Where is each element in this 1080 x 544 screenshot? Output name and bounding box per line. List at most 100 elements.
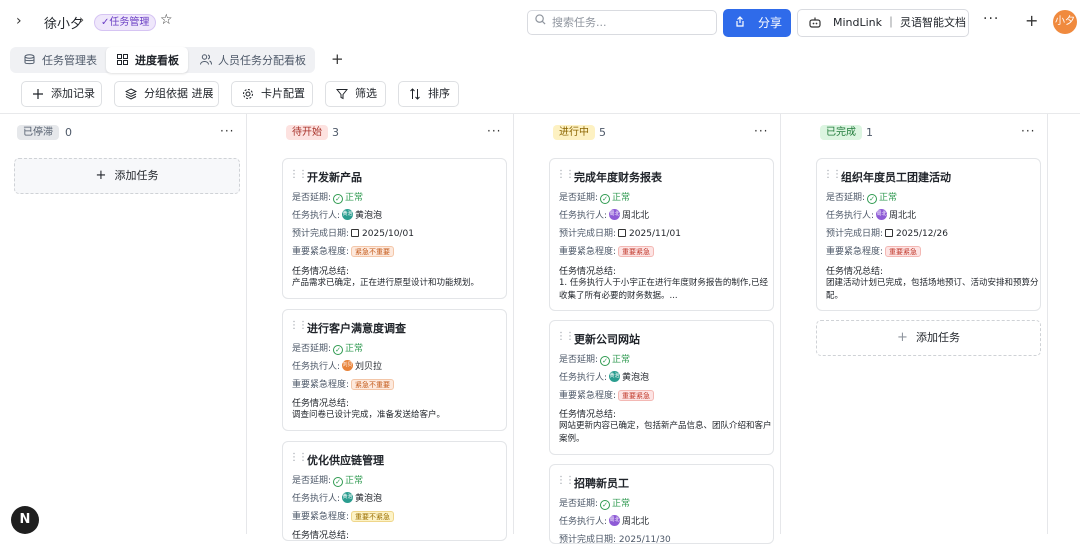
more-options-icon[interactable]: ··· (983, 11, 999, 27)
doc-tag[interactable]: ✓任务管理 (94, 14, 157, 31)
column-count: 5 (599, 126, 606, 139)
executor-label: 任务执行人: (559, 211, 608, 221)
check-circle-icon: ✓ (333, 194, 344, 204)
gear-icon (243, 89, 253, 99)
mindlink-button[interactable]: MindLink ｜ 灵语智能文档 (797, 9, 969, 37)
delay-value: 正常 (345, 193, 364, 203)
due-value: 2025/12/26 (896, 229, 948, 239)
executor-value: 黄泡泡 (355, 211, 383, 221)
tab-progress-board[interactable]: 进度看板 (135, 52, 179, 68)
kanban-icon (117, 54, 128, 65)
user-avatar[interactable]: 小夕 (1053, 10, 1077, 34)
due-value: 2025/11/01 (629, 229, 681, 239)
add-task-button[interactable]: + 添加任务 (816, 320, 1041, 356)
delay-value: 正常 (612, 499, 631, 509)
filter-button[interactable]: 筛选 (325, 81, 386, 107)
add-record-button[interactable]: 添加记录 (21, 81, 102, 107)
executor-value: 黄泡泡 (355, 494, 383, 504)
executor-label: 任务执行人: (826, 211, 875, 221)
card-title: 开发新产品 (307, 171, 362, 184)
share-icon (736, 16, 744, 27)
column-count: 1 (866, 126, 873, 139)
sort-button[interactable]: 排序 (398, 81, 459, 107)
executor-value: 周北北 (889, 211, 917, 221)
summary-text: 网站更新内容已确定，包括新产品信息、团队介绍和客户案例。 (559, 421, 772, 444)
drag-handle-icon[interactable]: ⋮⋮ (823, 169, 842, 180)
column-more-icon[interactable]: ··· (754, 124, 768, 138)
priority-badge: 紧急不重要 (351, 379, 395, 390)
group-by-button[interactable]: 分组依据 进展 (114, 81, 219, 107)
add-view-icon[interactable]: + (331, 50, 344, 68)
delay-label: 是否延期: (292, 476, 332, 486)
priority-row: 重要紧急程度: 紧急不重要 (292, 377, 395, 390)
tab-people-board[interactable]: 人员任务分配看板 (218, 52, 306, 68)
due-row: 预计完成日期: 2025/11/01 (559, 226, 681, 239)
divider (0, 113, 1080, 114)
check-circle-icon: ✓ (867, 194, 878, 204)
drag-handle-icon[interactable]: ⋮⋮ (556, 331, 575, 342)
delay-label: 是否延期: (292, 344, 332, 354)
drag-handle-icon[interactable]: ⋮⋮ (289, 452, 308, 463)
task-card[interactable]: ⋮⋮ 招聘新员工 是否延期: ✓ 正常 任务执行人: 周北 周北北 预计完成日期: 20… (549, 464, 774, 544)
star-icon[interactable]: ☆ (160, 12, 173, 28)
due-row: 预计完成日期: 2025/12/26 (826, 226, 948, 239)
task-card[interactable]: ⋮⋮ 进行客户满意度调查 是否延期: ✓ 正常 任务执行人: 刘贝 刘贝拉 重要紧急程度… (282, 309, 507, 431)
summary-label: 任务情况总结: (559, 267, 617, 277)
column-divider (513, 114, 514, 534)
executor-label: 任务执行人: (292, 494, 341, 504)
task-card[interactable]: ⋮⋮ 开发新产品 是否延期: ✓ 正常 任务执行人: 黄泡 黄泡泡 预计完成日期: 202… (282, 158, 507, 299)
tab-task-table[interactable]: 任务管理表 (42, 52, 97, 68)
executor-label: 任务执行人: (292, 362, 341, 372)
priority-row: 重要紧急程度: 重要不紧急 (292, 509, 395, 522)
card-config-button[interactable]: 卡片配置 (231, 81, 313, 107)
database-icon (24, 54, 35, 65)
delay-label: 是否延期: (826, 193, 866, 203)
due-label: 预计完成日期: (559, 229, 617, 239)
due-value: 2025/10/01 (362, 229, 414, 239)
add-task-button[interactable]: + 添加任务 (14, 158, 240, 194)
priority-label: 重要紧急程度: (559, 391, 617, 401)
check-circle-icon: ✓ (333, 345, 344, 355)
task-card[interactable]: ⋮⋮ 完成年度财务报表 是否延期: ✓ 正常 任务执行人: 周北 周北北 预计完成日期:… (549, 158, 774, 311)
card-title: 更新公司网站 (574, 333, 640, 346)
avatar: 周北 (609, 515, 621, 526)
plus-icon: + (897, 330, 908, 345)
executor-value: 刘贝拉 (355, 362, 383, 372)
check-circle-icon: ✓ (333, 477, 344, 487)
drag-handle-icon[interactable]: ⋮⋮ (556, 169, 575, 180)
add-task-label: 添加任务 (915, 331, 960, 344)
priority-label: 重要紧急程度: (292, 380, 350, 390)
card-title: 优化供应链管理 (307, 454, 384, 467)
task-card[interactable]: ⋮⋮ 优化供应链管理 是否延期: ✓ 正常 任务执行人: 黄泡 黄泡泡 重要紧急程度: 重… (282, 441, 507, 541)
plus-icon: + (95, 168, 107, 183)
breadcrumb-user[interactable]: 徐小夕 (44, 13, 83, 32)
drag-handle-icon[interactable]: ⋮⋮ (289, 320, 308, 331)
column-more-icon[interactable]: ··· (1021, 124, 1035, 138)
task-card[interactable]: ⋮⋮ 更新公司网站 是否延期: ✓ 正常 任务执行人: 黄泡 黄泡泡 重要紧急程度: 重要… (549, 320, 774, 455)
priority-badge: 重要紧急 (618, 390, 655, 401)
calendar-icon (618, 229, 627, 237)
top-bar: › 徐小夕 › ✓任务管理 ☆ 搜索任务... 分享 MindLink ｜ 灵语… (0, 0, 1080, 44)
expand-sidebar-icon[interactable]: › (16, 13, 22, 29)
delay-label: 是否延期: (559, 193, 599, 203)
drag-handle-icon[interactable]: ⋮⋮ (289, 169, 308, 180)
column-more-icon[interactable]: ··· (487, 124, 501, 138)
priority-badge: 重要紧急 (885, 246, 922, 257)
app-logo-badge[interactable]: N (11, 506, 39, 534)
sort-label: 排序 (428, 87, 450, 100)
executor-row: 任务执行人: 黄泡 黄泡泡 (292, 208, 382, 221)
search-input[interactable]: 搜索任务... (527, 10, 717, 35)
priority-row: 重要紧急程度: 紧急不重要 (292, 244, 395, 257)
filter-label: 筛选 (355, 87, 377, 100)
priority-row: 重要紧急程度: 重要紧急 (559, 388, 655, 401)
task-card[interactable]: ⋮⋮ 组织年度员工团建活动 是否延期: ✓ 正常 任务执行人: 周北 周北北 预计完成日… (816, 158, 1041, 311)
add-icon[interactable]: + (1025, 11, 1038, 30)
column-count: 3 (332, 126, 339, 139)
status-badge-pending: 待开始 (286, 125, 328, 140)
executor-row: 任务执行人: 周北 周北北 (826, 208, 916, 221)
sort-icon (410, 88, 420, 100)
column-more-icon[interactable]: ··· (220, 124, 234, 138)
drag-handle-icon[interactable]: ⋮⋮ (556, 475, 575, 486)
delay-value: 正常 (879, 193, 898, 203)
priority-label: 重要紧急程度: (559, 247, 617, 257)
